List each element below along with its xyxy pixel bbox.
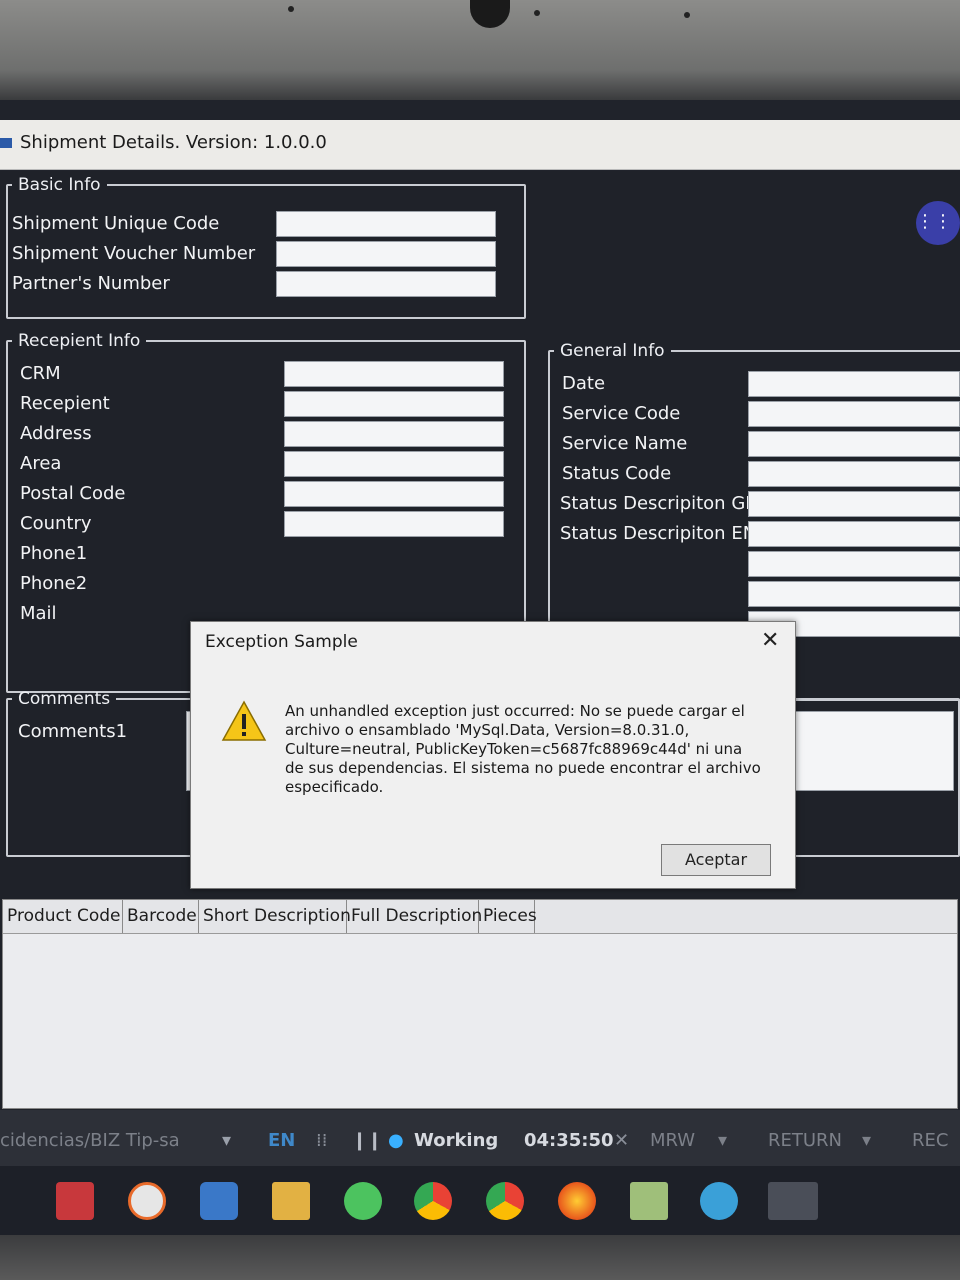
window-title: Shipment Details. Version: 1.0.0.0 xyxy=(20,132,327,153)
shipment-voucher-number-field[interactable] xyxy=(276,241,496,267)
column-barcode[interactable]: Barcode xyxy=(123,900,199,933)
recipient-info-legend: Recepient Info xyxy=(18,331,141,351)
phone2-label: Phone2 xyxy=(20,573,88,594)
status-description-en-field[interactable] xyxy=(748,521,960,547)
partners-number-label: Partner's Number xyxy=(12,273,170,294)
notes-icon[interactable] xyxy=(630,1182,668,1220)
close-timer-icon[interactable]: ✕ xyxy=(614,1130,629,1151)
rec-menu[interactable]: REC xyxy=(912,1130,948,1151)
products-grid[interactable]: Product Code Barcode Short Description F… xyxy=(2,899,958,1109)
service-code-field[interactable] xyxy=(748,401,960,427)
postal-code-field[interactable] xyxy=(284,481,504,507)
date-label: Date xyxy=(562,373,606,394)
recipient-field[interactable] xyxy=(284,391,504,417)
exception-dialog: Exception Sample ✕ An unhandled exceptio… xyxy=(190,621,796,889)
bezel-dot xyxy=(288,6,294,12)
more-options-button[interactable]: ⋮⋮⋮ xyxy=(916,201,960,245)
whatsapp-icon[interactable] xyxy=(344,1182,382,1220)
recipient-label: Recepient xyxy=(20,393,110,414)
chrome-icon[interactable] xyxy=(414,1182,452,1220)
chevron-down-icon[interactable]: ▾ xyxy=(862,1130,871,1151)
chevron-down-icon[interactable]: ▾ xyxy=(222,1130,231,1151)
comments-legend: Comments xyxy=(18,689,111,709)
column-short-description[interactable]: Short Description xyxy=(199,900,351,933)
general-info-field-7[interactable] xyxy=(748,551,960,577)
screen: Shipment Details. Version: 1.0.0.0 ⋮⋮⋮ B… xyxy=(0,100,960,1235)
webcam xyxy=(470,0,510,28)
service-code-label: Service Code xyxy=(562,403,681,424)
path-text[interactable]: cidencias/BIZ Tip-sa xyxy=(0,1130,180,1151)
phone1-label: Phone1 xyxy=(20,543,88,564)
status-dot-icon: ● xyxy=(388,1130,404,1151)
anydesk-icon[interactable] xyxy=(56,1182,94,1220)
folder-icon[interactable] xyxy=(272,1182,310,1220)
box-icon[interactable] xyxy=(200,1182,238,1220)
ok-button[interactable]: Aceptar xyxy=(661,844,771,876)
status-description-en-label: Status Descripiton EN xyxy=(560,523,757,544)
timer-text: 04:35:50 xyxy=(524,1130,614,1151)
bezel-dot xyxy=(534,10,540,16)
shipment-form: ⋮⋮⋮ Basic Info Shipment Unique Code Ship… xyxy=(0,171,960,1111)
status-code-label: Status Code xyxy=(562,463,672,484)
warning-icon xyxy=(221,700,267,741)
return-menu[interactable]: RETURN xyxy=(768,1130,842,1151)
mail-label: Mail xyxy=(20,603,57,624)
area-label: Area xyxy=(20,453,62,474)
country-label: Country xyxy=(20,513,92,534)
chrome-icon[interactable] xyxy=(486,1182,524,1220)
dialog-title: Exception Sample xyxy=(205,632,358,652)
service-name-label: Service Name xyxy=(562,433,688,454)
area-field[interactable] xyxy=(284,451,504,477)
general-info-field-8[interactable] xyxy=(748,581,960,607)
crm-label: CRM xyxy=(20,363,61,384)
crm-field[interactable] xyxy=(284,361,504,387)
country-field[interactable] xyxy=(284,511,504,537)
app-icon xyxy=(0,138,12,148)
general-info-legend: General Info xyxy=(560,341,665,361)
partners-number-field[interactable] xyxy=(276,271,496,297)
shipment-unique-code-label: Shipment Unique Code xyxy=(12,213,220,234)
column-product-code[interactable]: Product Code xyxy=(3,900,123,933)
column-pieces[interactable]: Pieces xyxy=(479,900,537,933)
language-indicator[interactable]: EN xyxy=(268,1130,295,1151)
comments1-label: Comments1 xyxy=(18,721,128,742)
drag-handle-icon[interactable]: ⁞⁞ xyxy=(316,1130,327,1151)
status-description-gr-label: Status Descripiton GR xyxy=(560,493,758,514)
status-description-gr-field[interactable] xyxy=(748,491,960,517)
status-code-field[interactable] xyxy=(748,461,960,487)
address-field[interactable] xyxy=(284,421,504,447)
laptop-bezel-top xyxy=(0,0,960,100)
address-label: Address xyxy=(20,423,92,444)
date-field[interactable] xyxy=(748,371,960,397)
chevron-down-icon[interactable]: ▾ xyxy=(718,1130,727,1151)
app-icon[interactable] xyxy=(768,1182,818,1220)
mrw-menu[interactable]: MRW xyxy=(650,1130,695,1151)
pause-icon[interactable]: ❙❙ xyxy=(352,1130,382,1151)
edge-icon[interactable] xyxy=(700,1182,738,1220)
shipment-voucher-number-label: Shipment Voucher Number xyxy=(12,243,256,264)
dialog-message: An unhandled exception just occurred: No… xyxy=(285,702,761,796)
laptop-bezel-bottom xyxy=(0,1235,960,1280)
bezel-dot xyxy=(684,12,690,18)
service-name-field[interactable] xyxy=(748,431,960,457)
close-icon[interactable]: ✕ xyxy=(761,628,779,653)
basic-info-legend: Basic Info xyxy=(18,175,101,195)
grid-header: Product Code Barcode Short Description F… xyxy=(3,900,957,934)
postal-code-label: Postal Code xyxy=(20,483,126,504)
window-titlebar[interactable]: Shipment Details. Version: 1.0.0.0 xyxy=(0,120,960,170)
firefox-icon[interactable] xyxy=(558,1182,596,1220)
shipment-unique-code-field[interactable] xyxy=(276,211,496,237)
clock-icon[interactable] xyxy=(128,1182,166,1220)
column-full-description[interactable]: Full Description xyxy=(347,900,482,933)
status-text: Working xyxy=(414,1130,499,1151)
